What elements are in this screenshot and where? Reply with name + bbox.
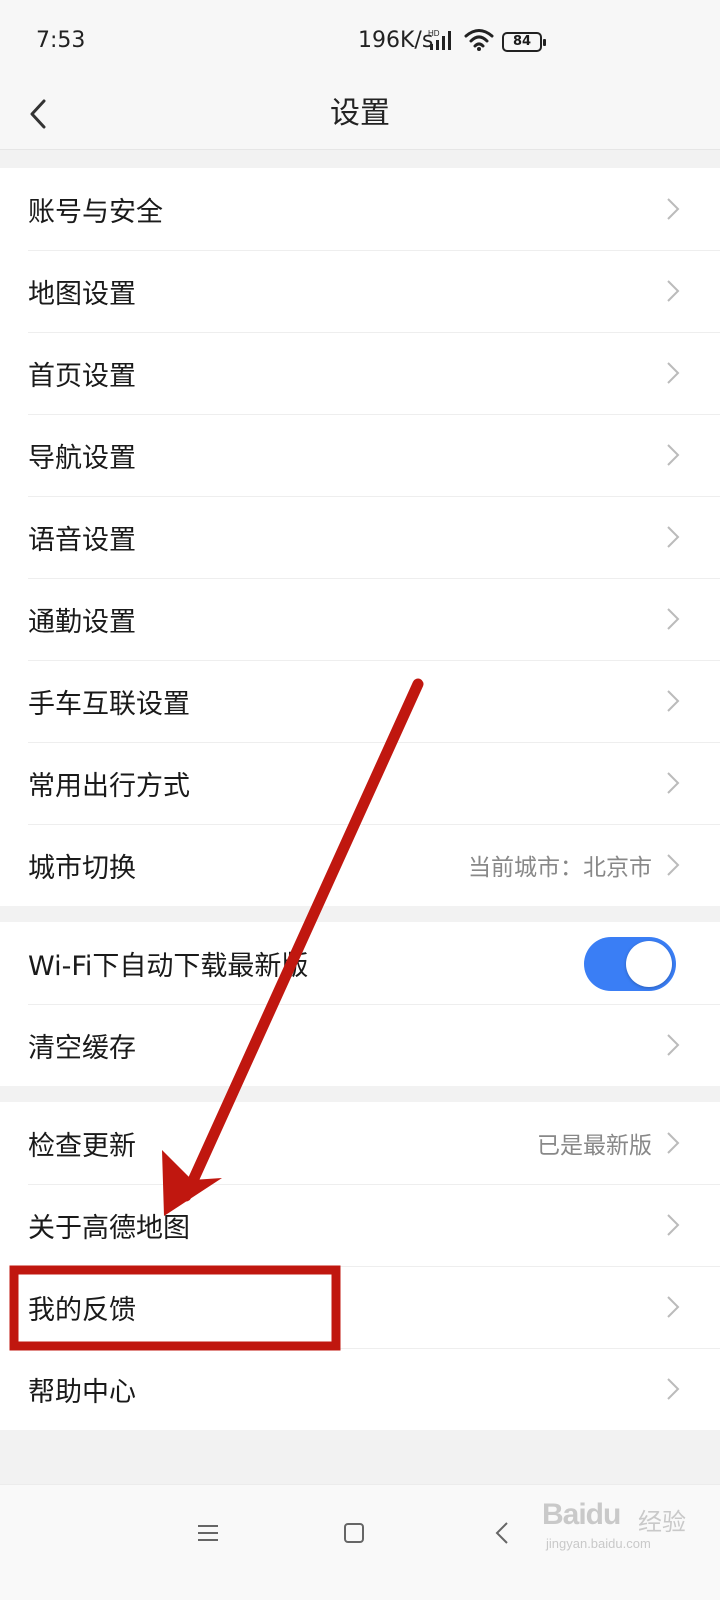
item-label: 我的反馈: [28, 1294, 136, 1326]
chevron-right-icon: [667, 198, 680, 220]
settings-item-homepage[interactable]: 首页设置: [0, 332, 720, 414]
item-label: 关于高德地图: [28, 1212, 190, 1244]
settings-item-map[interactable]: 地图设置: [0, 250, 720, 332]
chevron-right-icon: [667, 1132, 680, 1154]
watermark-url: jingyan.baidu.com: [546, 1536, 651, 1551]
chevron-right-icon: [667, 280, 680, 302]
system-back-button[interactable]: [482, 1513, 522, 1553]
settings-group-general: 账号与安全 地图设置 首页设置 导航设置 语音设置 通勤设置 手车互联设置 常用…: [0, 168, 720, 906]
battery-icon: 84: [502, 32, 546, 52]
chevron-right-icon: [667, 690, 680, 712]
item-label: 首页设置: [28, 360, 136, 392]
item-label: 清空缓存: [28, 1032, 136, 1064]
watermark-suffix: 经验: [638, 1508, 686, 1536]
network-speed: 196K/s: [358, 28, 434, 53]
settings-item-voice[interactable]: 语音设置: [0, 496, 720, 578]
item-label: 地图设置: [28, 278, 136, 310]
item-label: 检查更新: [28, 1130, 136, 1162]
home-square-icon: [344, 1523, 364, 1543]
settings-item-my-feedback[interactable]: 我的反馈: [0, 1266, 720, 1348]
settings-item-car-connect[interactable]: 手车互联设置: [0, 660, 720, 742]
status-time: 7:53: [36, 28, 86, 53]
chevron-right-icon: [667, 854, 680, 876]
back-chevron-icon: [495, 1522, 508, 1544]
item-label: 城市切换: [28, 852, 136, 884]
item-label: 帮助中心: [28, 1376, 136, 1408]
item-label: 手车互联设置: [28, 688, 190, 720]
network-label: HD: [428, 29, 440, 38]
chevron-right-icon: [667, 1214, 680, 1236]
chevron-right-icon: [667, 608, 680, 630]
watermark-brand: Baidu: [542, 1498, 621, 1531]
header: 设置: [0, 78, 720, 150]
watermark: Baidu 经验 jingyan.baidu.com: [538, 1494, 708, 1554]
item-label: 导航设置: [28, 442, 136, 474]
signal-icon: HD: [428, 28, 456, 52]
wifi-icon: [464, 28, 494, 52]
chevron-right-icon: [667, 772, 680, 794]
toggle-knob: [626, 941, 672, 987]
settings-item-clear-cache[interactable]: 清空缓存: [0, 1004, 720, 1086]
settings-item-navigation[interactable]: 导航设置: [0, 414, 720, 496]
item-label: 账号与安全: [28, 196, 163, 228]
chevron-right-icon: [667, 1296, 680, 1318]
wifi-autodownload-toggle[interactable]: [584, 937, 676, 991]
chevron-right-icon: [667, 1034, 680, 1056]
item-label: 常用出行方式: [28, 770, 190, 802]
menu-button[interactable]: [188, 1513, 228, 1553]
settings-group-about: 检查更新 已是最新版 关于高德地图 我的反馈 帮助中心: [0, 1102, 720, 1430]
home-button[interactable]: [334, 1513, 374, 1553]
item-label: 通勤设置: [28, 606, 136, 638]
menu-icon: [198, 1525, 218, 1541]
settings-item-account-security[interactable]: 账号与安全: [0, 168, 720, 250]
settings-item-about[interactable]: 关于高德地图: [0, 1184, 720, 1266]
settings-item-help-center[interactable]: 帮助中心: [0, 1348, 720, 1430]
settings-item-city-switch[interactable]: 城市切换 当前城市：北京市: [0, 824, 720, 906]
status-bar: 7:53 196K/s HD 84: [0, 0, 720, 78]
update-status-value: 已是最新版: [537, 1133, 652, 1159]
page-title: 设置: [330, 96, 390, 131]
settings-item-wifi-autodownload: Wi-Fi下自动下载最新版: [0, 922, 720, 1004]
chevron-right-icon: [667, 526, 680, 548]
current-city-value: 当前城市：北京市: [468, 855, 652, 881]
chevron-right-icon: [667, 1378, 680, 1400]
item-label: Wi-Fi下自动下载最新版: [28, 950, 309, 982]
settings-group-download: Wi-Fi下自动下载最新版 清空缓存: [0, 922, 720, 1086]
settings-item-commute[interactable]: 通勤设置: [0, 578, 720, 660]
chevron-right-icon: [667, 444, 680, 466]
item-label: 语音设置: [28, 524, 136, 556]
settings-item-check-update[interactable]: 检查更新 已是最新版: [0, 1102, 720, 1184]
settings-item-travel-mode[interactable]: 常用出行方式: [0, 742, 720, 824]
chevron-right-icon: [667, 362, 680, 384]
